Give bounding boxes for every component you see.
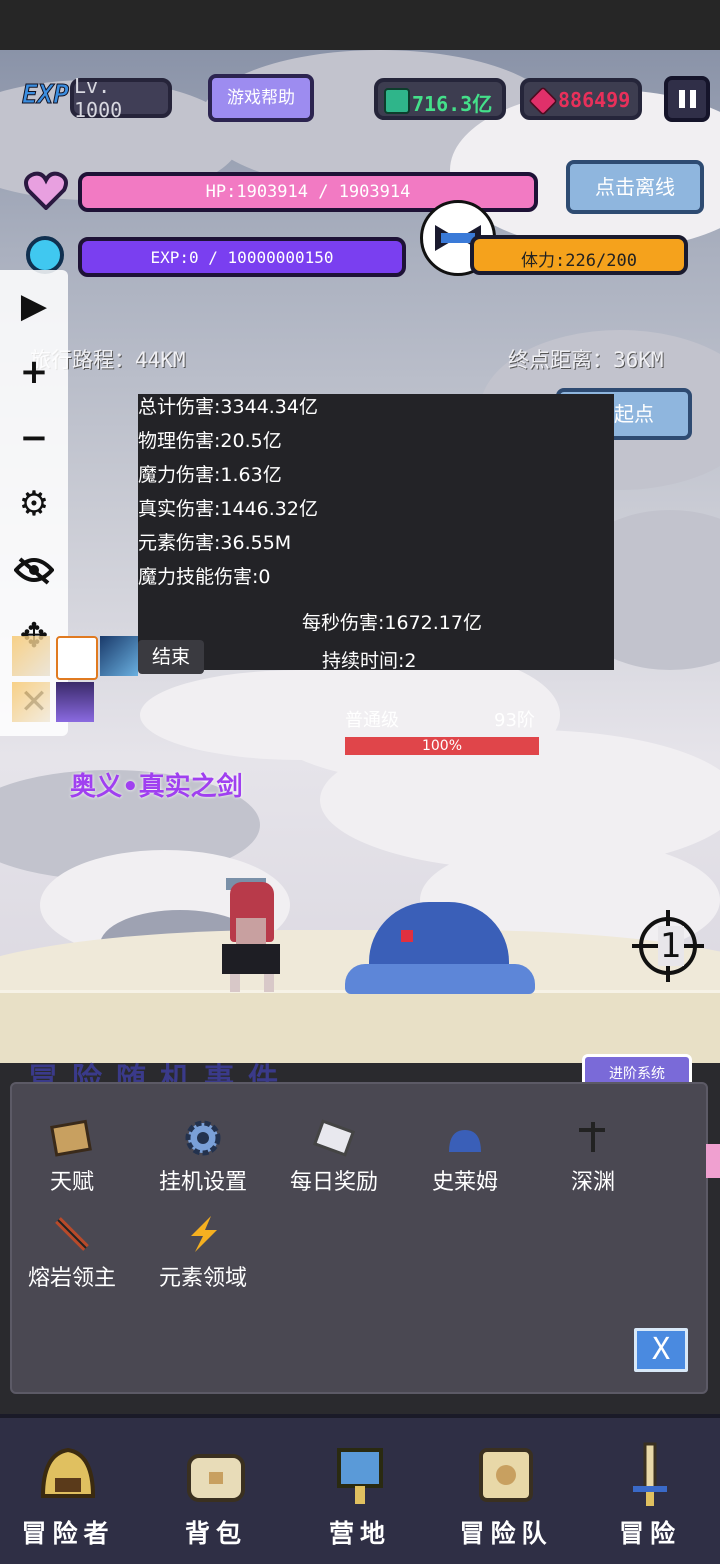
enemy-level-label: 普通级 [345,710,399,731]
zoom-in-icon[interactable]: + [12,350,56,394]
play-icon[interactable]: ▶ [12,284,56,328]
lava-sword-icon [50,1214,94,1254]
target-reticle-icon[interactable]: 1 [630,908,706,984]
settings-gear-icon[interactable]: ⚙ [12,482,56,526]
nav-team[interactable]: 冒险队 [446,1440,566,1550]
nav-backpack[interactable]: 背包 [156,1440,276,1550]
element-icon [181,1214,225,1254]
damage-line: 总计伤害:3344.34亿 [138,396,318,418]
ground [0,990,720,1063]
exp-badge: EXP [22,80,70,111]
hide-eye-icon[interactable] [12,548,56,592]
camp-icon [325,1440,395,1510]
damage-line: 真实伤害:1446.32亿 [138,498,318,520]
end-button[interactable]: 结束 [138,640,204,674]
damage-line: 魔力技能伤害:0 [138,566,271,588]
hero-character [212,878,292,994]
red-gem-icon [528,86,558,116]
exp-bar: EXP:0 / 10000000150 [78,237,406,277]
sword-icon [615,1440,685,1510]
buff-icon-light [12,682,50,722]
exp-orb-icon [22,235,68,275]
abyss-icon [571,1118,615,1158]
pause-button[interactable] [664,76,710,122]
level-display: Lv. 1000 [70,74,172,122]
popup-item-lava-lord[interactable]: 熔岩领主 [17,1214,127,1292]
chest-icon [181,1440,251,1510]
damage-line: 元素伤害:36.55M [138,532,292,554]
buff-icon-eye [56,636,98,680]
book-icon [50,1118,94,1158]
gear-icon [181,1118,225,1158]
damage-line: 魔力伤害:1.63亿 [138,464,282,486]
green-gem-icon [384,88,410,114]
popup-item-slime[interactable]: 史莱姆 [410,1118,520,1196]
scroll-icon [312,1118,356,1158]
popup-close-button[interactable]: X [634,1328,688,1372]
popup-item-idle-settings[interactable]: 挂机设置 [148,1118,258,1196]
red-currency: 886499 [520,78,642,120]
popup-item-abyss[interactable]: 深渊 [538,1118,648,1196]
pause-icon [679,90,685,108]
popup-item-element-domain[interactable]: 元素领域 [148,1214,258,1292]
popup-item-talent[interactable]: 天赋 [17,1118,127,1196]
buff-icon-sword [56,682,94,722]
buff-icon-blade [100,636,138,676]
enemy-hp-bar: 100% [345,737,539,755]
enemy-rank-label: 93阶 [494,710,535,731]
damage-line: 物理伤害:20.5亿 [138,430,282,452]
team-book-icon [471,1440,541,1510]
nav-camp[interactable]: 营地 [300,1440,420,1550]
game-help-button[interactable]: 游戏帮助 [208,74,314,122]
heart-icon [24,170,68,211]
stamina-bar: 体力:226/200 [470,235,688,275]
offline-button[interactable]: 点击离线 [566,160,704,214]
popup-item-daily-reward[interactable]: 每日奖励 [279,1118,389,1196]
nav-adventurer[interactable]: 冒险者 [8,1440,128,1550]
slime-enemy [345,900,535,996]
damage-stats-panel: 总计伤害:3344.34亿 物理伤害:20.5亿 魔力伤害:1.63亿真实伤害:14… [138,394,614,672]
exp-badge-text: EXP [22,80,70,111]
nav-adventure[interactable]: 冒险 [590,1440,710,1550]
status-bar [0,0,720,50]
popup-right-tab [706,1144,720,1178]
skill-name-text: 奥义•真实之剑 [70,772,243,802]
dps-text: 每秒伤害:1672.17亿 [302,612,482,634]
buff-icon-fire [12,636,50,676]
zoom-out-icon[interactable]: − [12,416,56,460]
end-distance: 终点距离：36KM [508,348,664,372]
duration-text: 持续时间:2 [322,650,417,672]
helmet-icon [33,1440,103,1510]
slime-icon [443,1118,487,1158]
green-currency: 716.3亿 [374,78,506,120]
